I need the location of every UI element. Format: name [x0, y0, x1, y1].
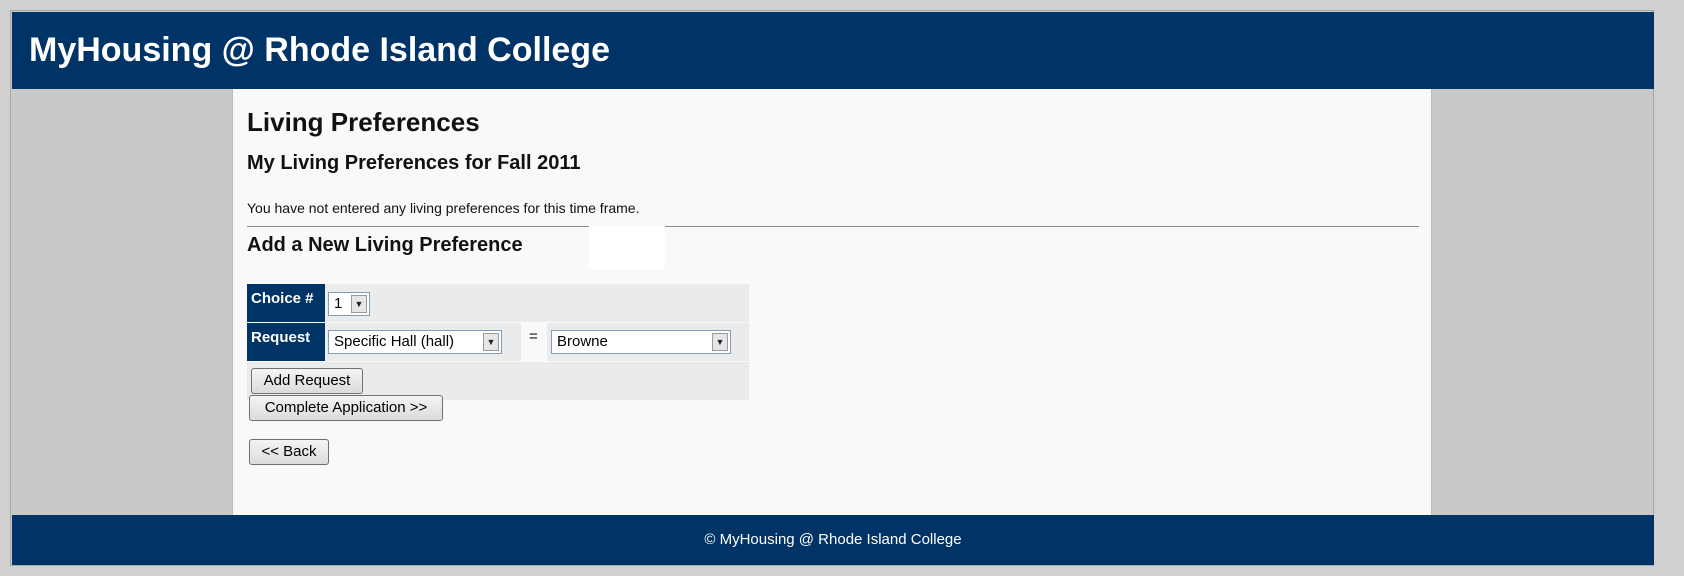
section-divider — [247, 226, 1419, 227]
main-content: Living Preferences My Living Preferences… — [232, 89, 1432, 515]
request-target-value: Browne — [557, 333, 608, 350]
request-type-value: Specific Hall (hall) — [334, 333, 455, 350]
request-type-select[interactable]: Specific Hall (hall) ▼ — [328, 330, 502, 354]
complete-application-button[interactable]: Complete Application >> — [249, 395, 443, 421]
choice-label: Choice # — [247, 284, 325, 322]
add-request-button[interactable]: Add Request — [251, 368, 363, 394]
choice-row: Choice # 1 ▼ — [247, 284, 749, 323]
site-footer: © MyHousing @ Rhode Island College — [12, 515, 1654, 565]
chevron-down-icon: ▼ — [483, 333, 499, 351]
current-preferences-heading: My Living Preferences for Fall 2011 — [247, 152, 581, 174]
no-preferences-notice: You have not entered any living preferen… — [247, 200, 640, 216]
request-label: Request — [247, 323, 325, 361]
choice-select[interactable]: 1 ▼ — [328, 292, 370, 316]
chevron-down-icon: ▼ — [712, 333, 728, 351]
request-target-select[interactable]: Browne ▼ — [551, 330, 731, 354]
equals-sign: = — [529, 328, 538, 345]
blank-area — [589, 225, 665, 269]
chevron-down-icon: ▼ — [351, 295, 367, 313]
back-button[interactable]: << Back — [249, 439, 329, 465]
site-header: MyHousing @ Rhode Island College — [12, 12, 1654, 89]
page-title: Living Preferences — [247, 107, 480, 137]
choice-select-value: 1 — [334, 295, 343, 312]
window-edge — [1656, 0, 1684, 576]
add-preference-heading: Add a New Living Preference — [247, 234, 523, 256]
site-title: MyHousing @ Rhode Island College — [29, 31, 610, 69]
request-row: Request Specific Hall (hall) ▼ = Browne … — [247, 323, 749, 362]
preference-form: Choice # 1 ▼ Request Specific Hall (hall… — [247, 284, 749, 400]
footer-copyright: © MyHousing @ Rhode Island College — [704, 531, 962, 548]
